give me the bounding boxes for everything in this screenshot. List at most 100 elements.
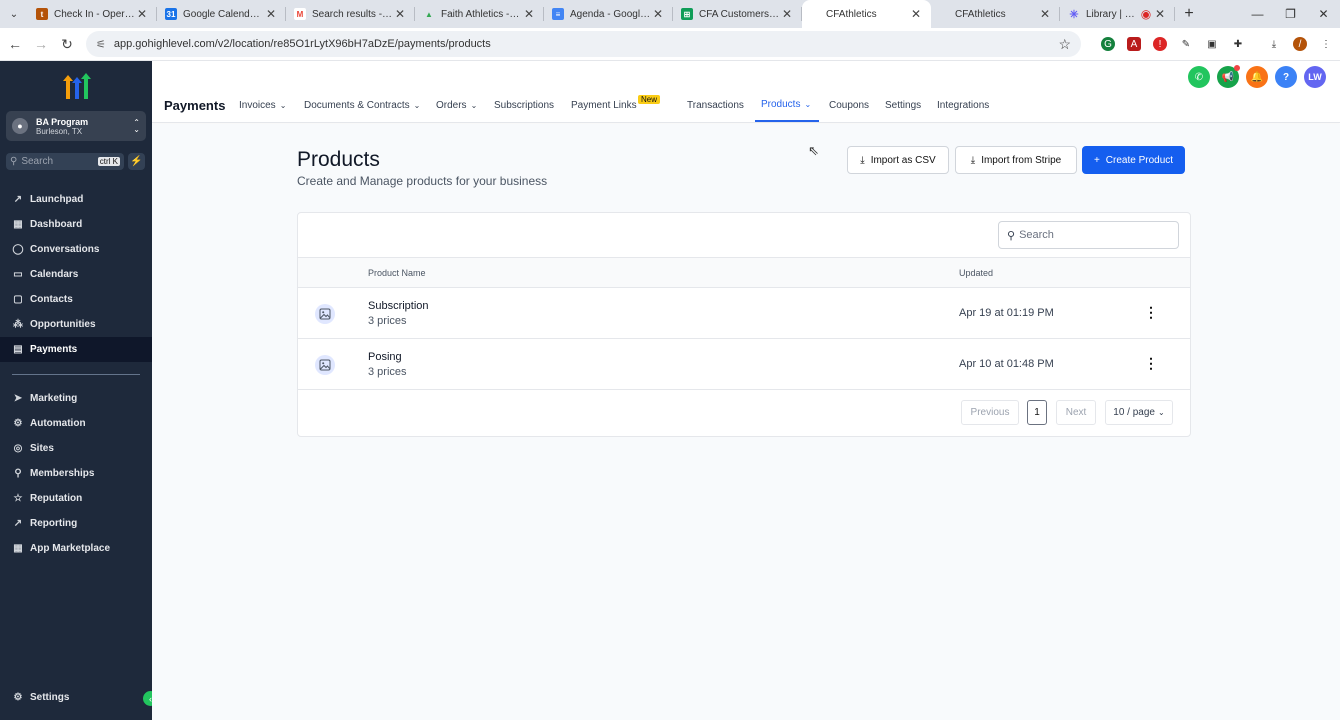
tab-payment-links[interactable]: Payment Links: [571, 100, 637, 111]
tab-close-icon[interactable]: ✕: [1153, 7, 1167, 21]
launchpad-icon: ↗: [13, 194, 23, 205]
browser-tab[interactable]: 31 Google Calendar - W ✕: [157, 0, 286, 28]
pagination-previous-button[interactable]: Previous: [961, 400, 1019, 425]
tab-close-icon[interactable]: ✕: [651, 7, 665, 21]
tab-documents-contracts[interactable]: Documents & Contracts ⌄: [304, 100, 420, 111]
bookmark-star-icon[interactable]: ☆: [1058, 36, 1071, 53]
sidebar-item-sites[interactable]: ◎ Sites: [0, 436, 152, 461]
browser-tab[interactable]: ▲ Faith Athletics - Goog ✕: [415, 0, 544, 28]
product-name[interactable]: Subscription: [368, 300, 429, 312]
tab-label: Orders: [436, 100, 467, 111]
forward-icon[interactable]: →: [28, 36, 54, 52]
sidebar-item-marketing[interactable]: ➤ Marketing: [0, 386, 152, 411]
import-csv-button[interactable]: ⤓ Import as CSV: [847, 146, 949, 174]
tab-close-icon[interactable]: ✕: [780, 7, 794, 21]
recording-icon[interactable]: ◉: [1139, 7, 1153, 21]
close-window-icon[interactable]: ✕: [1307, 7, 1340, 21]
row-actions-kebab-icon[interactable]: ⋮: [1144, 353, 1158, 373]
create-product-button[interactable]: + Create Product: [1082, 146, 1185, 174]
tab-integrations[interactable]: Integrations: [937, 100, 989, 111]
sidebar-item-reporting[interactable]: ↗ Reporting: [0, 511, 152, 536]
tab-coupons[interactable]: Coupons: [829, 100, 869, 111]
sidebar-item-payments[interactable]: ▤ Payments: [0, 337, 152, 362]
column-header-updated[interactable]: Updated: [959, 268, 993, 278]
pagination-next-button[interactable]: Next: [1056, 400, 1096, 425]
tab-invoices[interactable]: Invoices ⌄: [239, 100, 286, 111]
tab-close-icon[interactable]: ✕: [1038, 7, 1052, 21]
memberships-icon: ⚲: [14, 468, 22, 479]
tab-settings[interactable]: Settings: [885, 100, 921, 111]
pagination-page-current[interactable]: 1: [1027, 400, 1047, 425]
grammarly-extension-icon[interactable]: G: [1101, 37, 1115, 51]
browser-tab[interactable]: t Check In - Operations ✕: [28, 0, 157, 28]
media-extension-icon[interactable]: ▣: [1205, 37, 1219, 51]
table-row[interactable]: Subscription 3 prices Apr 19 at 01:19 PM…: [298, 288, 1190, 339]
quick-actions-bolt-icon[interactable]: ⚡: [128, 153, 145, 170]
sidebar-item-reputation[interactable]: ☆ Reputation: [0, 486, 152, 511]
sidebar-search[interactable]: ⚲ Search ctrl K: [6, 153, 124, 170]
back-icon[interactable]: ←: [2, 36, 28, 52]
sidebar-item-dashboard[interactable]: ▦ Dashboard: [0, 212, 152, 237]
browser-menu-icon[interactable]: ⋮: [1319, 37, 1333, 51]
puzzle-extensions-icon[interactable]: ✚: [1231, 37, 1245, 51]
browser-tab[interactable]: CFAthletics ✕: [931, 0, 1060, 28]
account-switcher[interactable]: ● BA Program Burleson, TX ⌃ ⌄: [6, 111, 146, 141]
reload-icon[interactable]: ↻: [54, 36, 80, 53]
tab-close-icon[interactable]: ✕: [135, 7, 149, 21]
megaphone-icon[interactable]: 📢: [1217, 65, 1240, 88]
eyedropper-extension-icon[interactable]: ✎: [1179, 37, 1193, 51]
site-info-icon[interactable]: ⚟: [96, 38, 106, 51]
download-icon[interactable]: ⤓: [1267, 37, 1281, 51]
tab-transactions[interactable]: Transactions: [687, 100, 744, 111]
help-icon[interactable]: ?: [1275, 66, 1297, 88]
phone-icon[interactable]: ✆: [1188, 66, 1210, 88]
tab-search-chevron-icon[interactable]: ⌄: [0, 0, 28, 28]
payments-icon: ▤: [13, 344, 23, 355]
minimize-icon[interactable]: —: [1241, 7, 1274, 21]
page-size-select[interactable]: 10 / page ⌄: [1105, 400, 1173, 425]
sidebar-item-settings[interactable]: ⚙ Settings: [0, 685, 152, 710]
tab-favicon-icon: 31: [165, 8, 177, 20]
column-header-product-name[interactable]: Product Name: [368, 268, 426, 278]
sidebar-item-launchpad[interactable]: ↗ Launchpad: [0, 187, 152, 212]
tab-orders[interactable]: Orders ⌄: [436, 100, 477, 111]
sidebar-item-calendars[interactable]: ▭ Calendars: [0, 262, 152, 287]
browser-tab[interactable]: ≡ Agenda - Google Do ✕: [544, 0, 673, 28]
tab-close-icon[interactable]: ✕: [264, 7, 278, 21]
tab-products[interactable]: Products ⌄: [761, 99, 811, 110]
tab-close-icon[interactable]: ✕: [522, 7, 536, 21]
browser-tab[interactable]: ⊞ CFA Customers - Hur ✕: [673, 0, 802, 28]
tab-title: Search results - lucas: [312, 8, 393, 20]
sidebar-item-opportunities[interactable]: ⁂ Opportunities: [0, 312, 152, 337]
product-search[interactable]: ⚲: [998, 221, 1179, 249]
restore-icon[interactable]: ❐: [1274, 7, 1307, 21]
sidebar-item-app-marketplace[interactable]: ▦ App Marketplace: [0, 536, 152, 561]
tab-subscriptions[interactable]: Subscriptions: [494, 100, 554, 111]
row-actions-kebab-icon[interactable]: ⋮: [1144, 302, 1158, 322]
pdf-extension-icon[interactable]: A: [1127, 37, 1141, 51]
payments-header: Payments Invoices ⌄ Documents & Contracts…: [152, 61, 1340, 123]
browser-tab-active[interactable]: CFAthletics ✕: [802, 0, 931, 28]
browser-tab[interactable]: M Search results - lucas ✕: [286, 0, 415, 28]
product-search-input[interactable]: [1019, 229, 1160, 241]
user-avatar[interactable]: LW: [1304, 66, 1326, 88]
marketing-icon: ➤: [13, 393, 23, 404]
adblock-extension-icon[interactable]: !: [1153, 37, 1167, 51]
sidebar-item-contacts[interactable]: ▢ Contacts: [0, 287, 152, 312]
tab-close-icon[interactable]: ✕: [909, 7, 923, 21]
table-row[interactable]: Posing 3 prices Apr 10 at 01:48 PM ⋮: [298, 339, 1190, 390]
sidebar-item-memberships[interactable]: ⚲ Memberships: [0, 461, 152, 486]
new-tab-icon[interactable]: +: [1175, 5, 1203, 23]
profile-avatar-icon[interactable]: /: [1293, 37, 1307, 51]
sidebar-item-conversations[interactable]: ◯ Conversations: [0, 237, 152, 262]
tab-label: Payment Links: [571, 100, 637, 111]
import-stripe-button[interactable]: ⤓ Import from Stripe: [955, 146, 1077, 174]
sidebar-item-automation[interactable]: ⚙ Automation: [0, 411, 152, 436]
address-bar[interactable]: ⚟ app.gohighlevel.com/v2/location/re85O1…: [86, 31, 1081, 57]
bell-icon[interactable]: 🔔: [1246, 66, 1268, 88]
tab-close-icon[interactable]: ✕: [393, 7, 407, 21]
tab-label: Transactions: [687, 100, 744, 111]
product-name[interactable]: Posing: [368, 351, 402, 363]
extensions-row: G A ! ✎ ▣ ✚ ⤓ / ⋮: [1095, 37, 1339, 51]
browser-tab[interactable]: ✳ Library | Loom ◉ ✕: [1060, 0, 1175, 28]
